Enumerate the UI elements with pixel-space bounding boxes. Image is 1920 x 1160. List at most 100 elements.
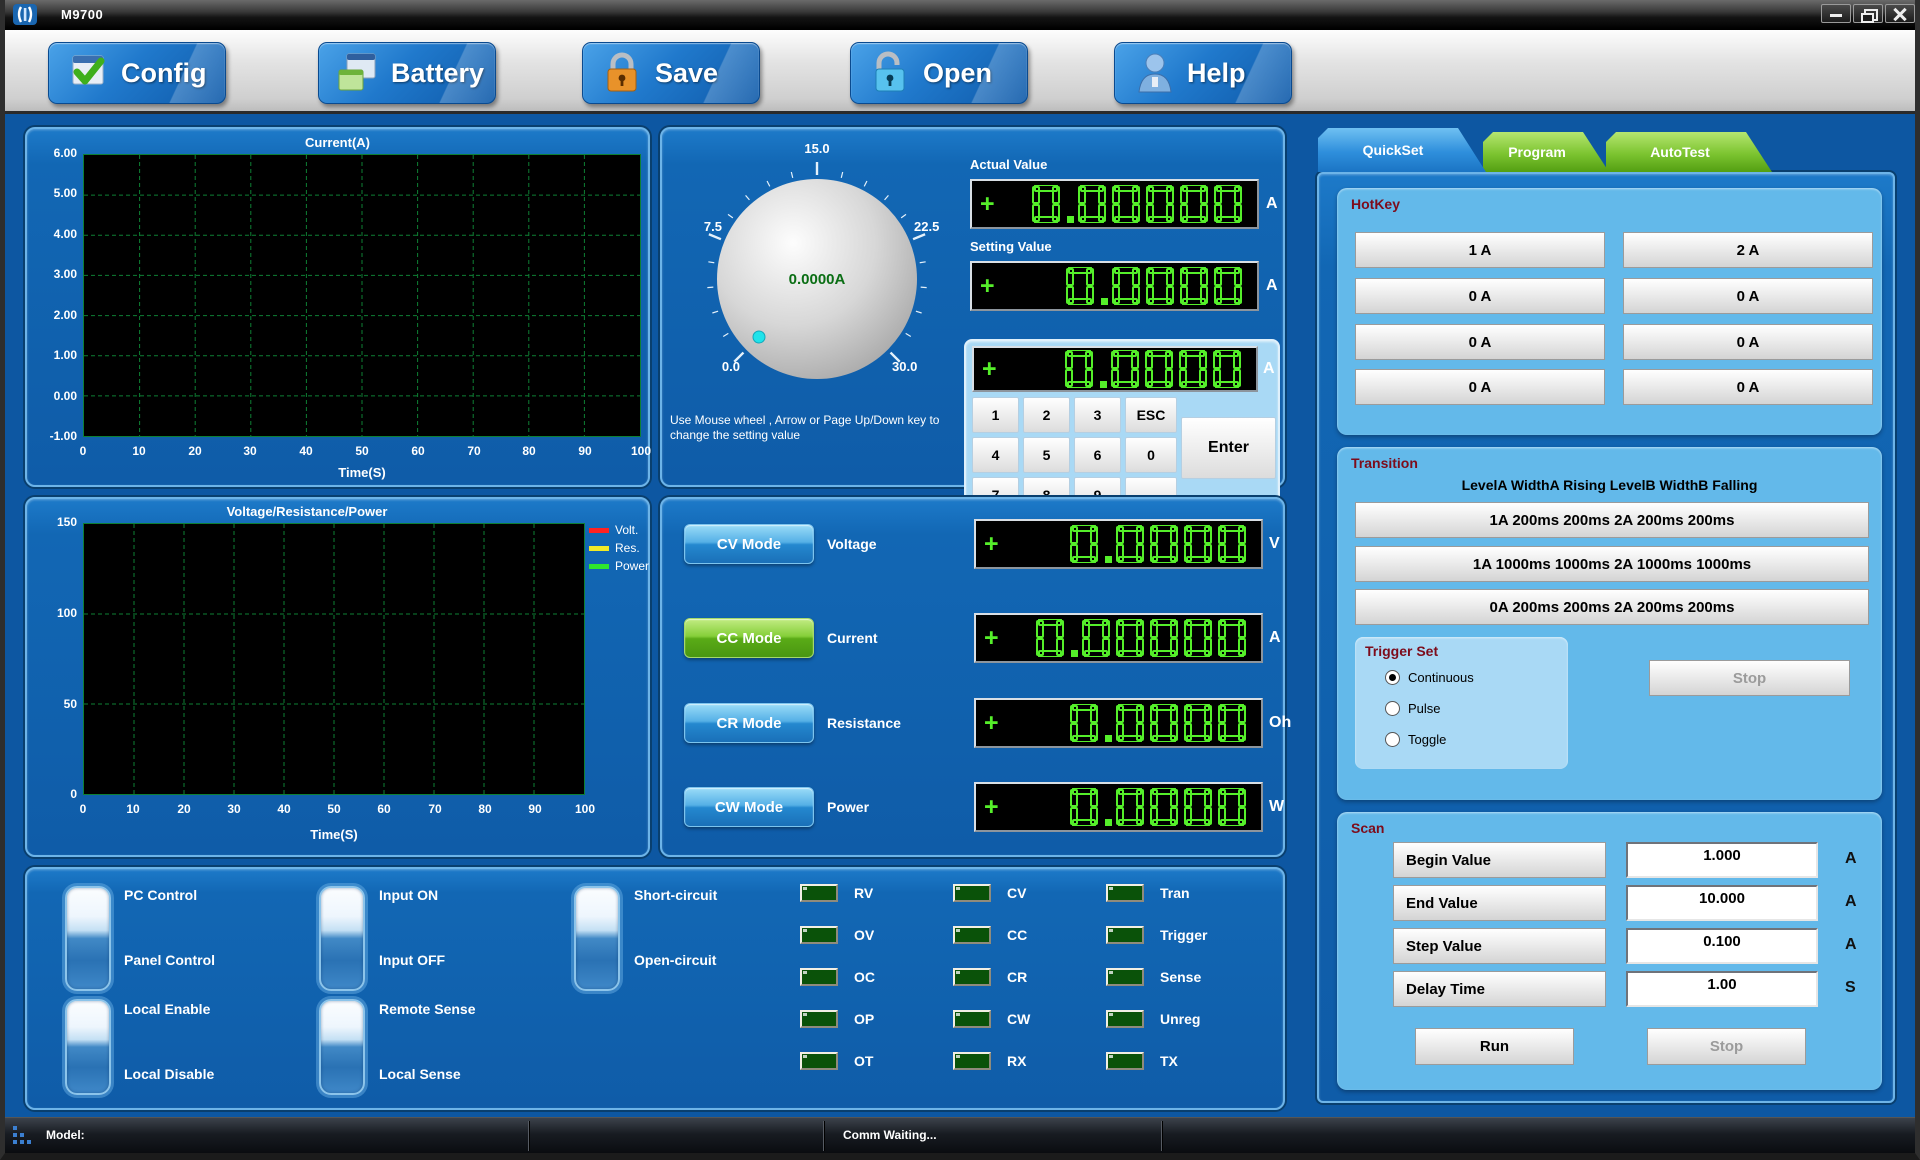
remote-local-sense-switch[interactable] [319,999,365,1095]
chart1-ytick: 4.00 [31,227,77,241]
hotkey-0a-button[interactable]: 0 A [1355,324,1605,360]
comm-status-label: Comm Waiting... [843,1128,937,1142]
begin-value-button[interactable]: Begin Value [1393,842,1606,878]
input-on-off-switch[interactable] [319,886,365,991]
title-bar: M9700 [0,0,1920,30]
key-6[interactable]: 6 [1074,437,1121,473]
save-button-label: Save [655,58,718,89]
step-value-unit: A [1845,936,1857,954]
transition-header: LevelA WidthA Rising LevelB WidthB Falli… [1337,477,1882,493]
tab-quickset[interactable]: QuickSet [1318,128,1486,172]
chart2-ytick: 100 [31,606,77,620]
cr-mode-button[interactable]: CR Mode [684,703,814,743]
sign-indicator: + [980,274,995,299]
open-button-label: Open [923,58,992,89]
gauge-label-15: 15.0 [787,141,847,156]
begin-value-unit: A [1845,850,1857,868]
chart1-plot-area [83,154,641,437]
scan-run-button[interactable]: Run [1415,1028,1574,1065]
cc-mode-button[interactable]: CC Mode [684,618,814,658]
chart2-xlabel: Time(S) [83,827,585,842]
transition-preset-2[interactable]: 1A 1000ms 1000ms 2A 1000ms 1000ms [1355,546,1869,582]
end-value-button[interactable]: End Value [1393,885,1606,921]
save-button[interactable]: Save [582,42,760,104]
delay-time-button[interactable]: Delay Time [1393,971,1606,1007]
key-3[interactable]: 3 [1074,397,1121,433]
hotkey-0a-button[interactable]: 0 A [1623,278,1873,314]
radio-icon [1385,732,1400,747]
chart1-ytick: 2.00 [31,308,77,322]
seven-segment-readout [1069,525,1255,563]
short-open-circuit-switch[interactable] [574,886,620,991]
toggle-radio[interactable]: Toggle [1385,732,1446,747]
chart1-ytick: -1.00 [31,429,77,443]
voltage-unit: V [1269,535,1280,553]
help-button[interactable]: Help [1114,42,1292,104]
sign-indicator: + [980,192,995,217]
dial-indicator-dot [753,331,765,343]
enter-key[interactable]: Enter [1181,417,1276,479]
chart2-xtick: 100 [568,802,602,816]
hotkey-0a-button[interactable]: 0 A [1623,369,1873,405]
key-2[interactable]: 2 [1023,397,1070,433]
tab-autotest[interactable]: AutoTest [1606,132,1772,172]
chart2-xtick: 80 [468,802,502,816]
close-button[interactable] [1885,4,1915,23]
scan-stop-button[interactable]: Stop [1647,1028,1806,1065]
local-disable-label: Local Disable [124,1066,214,1082]
hotkey-0a-button[interactable]: 0 A [1355,278,1605,314]
cw-led [953,1010,991,1028]
minimize-button[interactable] [1821,4,1851,23]
end-value-input[interactable]: 10.000 [1626,885,1818,921]
step-value-input[interactable]: 0.100 [1626,928,1818,964]
statusbar-divider [528,1121,529,1151]
gauge-label-7-5: 7.5 [672,219,722,234]
transition-preset-1[interactable]: 1A 200ms 200ms 2A 200ms 200ms [1355,502,1869,538]
key-5[interactable]: 5 [1023,437,1070,473]
chart1-xtick: 0 [66,444,100,458]
hotkey-0a-button[interactable]: 0 A [1355,369,1605,405]
battery-button[interactable]: Battery [318,42,496,104]
open-button[interactable]: Open [850,42,1028,104]
restore-button[interactable] [1853,4,1883,23]
chart1-xtick: 40 [289,444,323,458]
key-esc[interactable]: ESC [1125,397,1177,433]
tab-program[interactable]: Program [1483,132,1609,172]
config-button-label: Config [121,58,206,89]
hotkey-section: HotKey 1 A 2 A 0 A 0 A 0 A 0 A 0 A 0 A [1337,188,1882,435]
chart1-xtick: 80 [512,444,546,458]
seven-segment-readout [1065,267,1251,305]
chart1-ytick: 0.00 [31,389,77,403]
key-4[interactable]: 4 [972,437,1019,473]
tx-led [1106,1052,1144,1070]
chart2-title: Voltage/Resistance/Power [27,504,587,519]
hotkey-1a-button[interactable]: 1 A [1355,232,1605,268]
legend-power: Power [589,559,649,573]
key-1[interactable]: 1 [972,397,1019,433]
begin-value-input[interactable]: 1.000 [1626,842,1818,878]
input-on-label: Input ON [379,887,438,903]
continuous-radio[interactable]: Continuous [1385,670,1474,685]
trigger-led [1106,926,1144,944]
short-circuit-label: Short-circuit [634,887,717,903]
transition-stop-button[interactable]: Stop [1649,660,1850,696]
local-enable-disable-switch[interactable] [65,999,111,1095]
transition-preset-3[interactable]: 0A 200ms 200ms 2A 200ms 200ms [1355,589,1869,625]
end-value-unit: A [1845,893,1857,911]
hotkey-2a-button[interactable]: 2 A [1623,232,1873,268]
pc-panel-control-switch[interactable] [65,886,111,991]
config-button[interactable]: Config [48,42,226,104]
cw-mode-button[interactable]: CW Mode [684,787,814,827]
step-value-button[interactable]: Step Value [1393,928,1606,964]
delay-time-input[interactable]: 1.00 [1626,971,1818,1007]
hotkey-0a-button[interactable]: 0 A [1623,324,1873,360]
lock-closed-icon [599,50,645,96]
seven-segment-readout [1069,788,1255,826]
cv-mode-button[interactable]: CV Mode [684,524,814,564]
chart1-xtick: 100 [624,444,658,458]
pulse-radio[interactable]: Pulse [1385,701,1441,716]
transition-section: Transition LevelA WidthA Rising LevelB W… [1337,447,1882,800]
resistance-label: Resistance [827,715,901,731]
chart2-ytick: 150 [31,515,77,529]
key-0[interactable]: 0 [1125,437,1177,473]
